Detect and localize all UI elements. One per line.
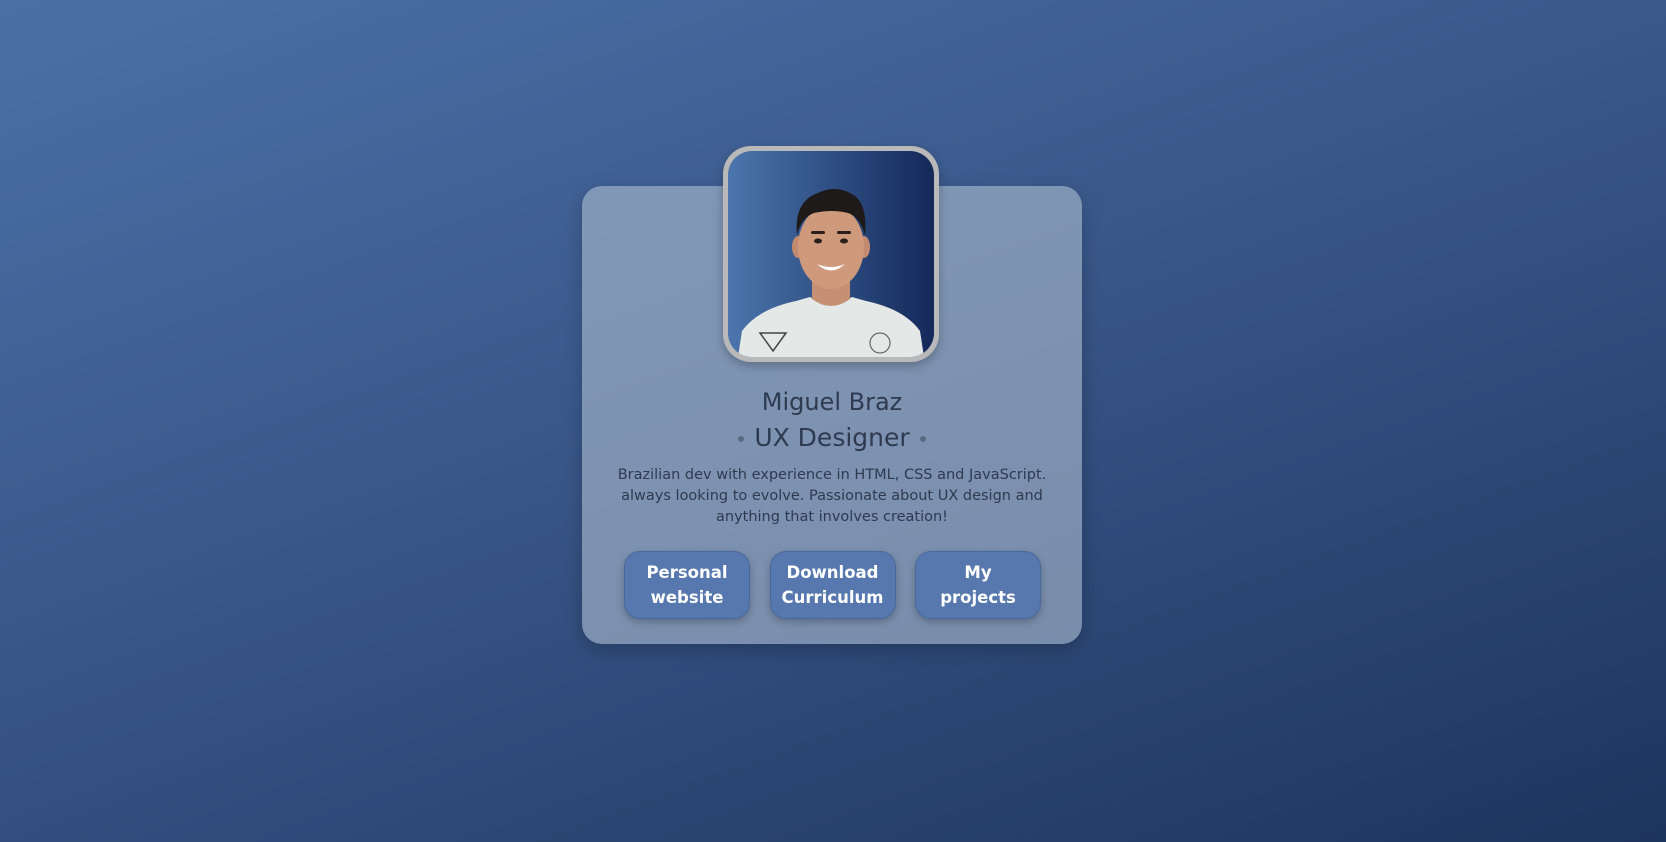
my-projects-label: My projects bbox=[940, 563, 1016, 607]
my-projects-button[interactable]: My projects bbox=[915, 551, 1041, 619]
avatar bbox=[728, 151, 934, 357]
profile-role-text: UX Designer bbox=[754, 423, 910, 452]
profile-name: Miguel Braz bbox=[761, 388, 903, 416]
personal-website-label: Personal website bbox=[646, 563, 728, 607]
avatar-photo bbox=[738, 189, 924, 357]
bullet-dot-right bbox=[919, 436, 926, 442]
profile-bio: Brazilian dev with experience in HTML, C… bbox=[617, 467, 1047, 525]
download-curriculum-label: Download Curriculum bbox=[781, 563, 884, 607]
download-curriculum-button[interactable]: Download Curriculum bbox=[769, 551, 896, 619]
personal-website-button[interactable]: Personal website bbox=[624, 551, 750, 619]
profile-role: UX Designer bbox=[582, 423, 1082, 452]
action-buttons: Personal website Download Curriculum My … bbox=[624, 551, 1041, 621]
bullet-dot-left bbox=[738, 436, 745, 442]
avatar-frame bbox=[723, 146, 939, 362]
